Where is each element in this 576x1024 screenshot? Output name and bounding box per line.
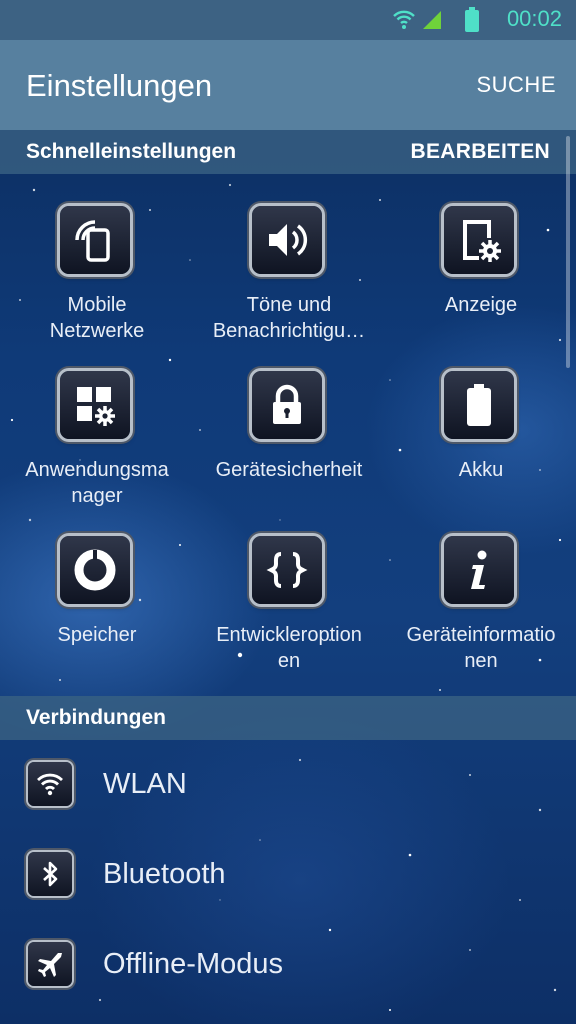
quick-tile-mobile-networks[interactable]: Mobile Netzwerke (2, 174, 192, 342)
display-icon (444, 206, 514, 274)
bluetooth-icon (28, 852, 72, 896)
list-item-wlan[interactable]: WLAN (0, 742, 576, 830)
action-bar: Einstellungen SUCHE (0, 40, 576, 130)
lock-icon (252, 371, 322, 439)
battery-icon (444, 371, 514, 439)
quick-tile-label: Speicher (57, 624, 137, 646)
developer-options-icon (252, 536, 322, 604)
quick-tile-display[interactable]: Anzeige (386, 174, 576, 339)
list-item-offline-mode[interactable]: Offline-Modus (0, 922, 576, 1010)
quick-tile-battery[interactable]: Akku (386, 339, 576, 504)
quick-tile-label: Mobile Netzwerke (49, 294, 145, 342)
quick-tile-label: Entwickleroption en (216, 624, 362, 672)
battery-icon (465, 7, 479, 32)
app-manager-icon (60, 371, 130, 439)
edit-button[interactable]: BEARBEITEN (410, 140, 550, 164)
list-item-label: WLAN (103, 768, 187, 800)
status-bar: 00:02 (0, 0, 576, 40)
quick-tile-label: Geräteinformatio nen (406, 624, 556, 672)
quick-tile-label: Akku (458, 459, 504, 481)
clock: 00:02 (506, 6, 562, 31)
quick-tile-developer-options[interactable]: Entwickleroption en (194, 504, 384, 672)
list-item-bluetooth[interactable]: Bluetooth (0, 832, 576, 920)
connections-header: Verbindungen (0, 696, 576, 740)
storage-icon (60, 536, 130, 604)
info-icon (444, 536, 514, 604)
page-title: Einstellungen (26, 68, 213, 103)
quick-tile-app-manager[interactable]: Anwendungsma nager (2, 339, 192, 507)
signal-icon (423, 11, 441, 29)
wifi-icon (393, 10, 415, 29)
airplane-icon (28, 942, 72, 986)
quick-tile-label: Töne und Benachrichtigu… (212, 294, 366, 342)
quick-tile-label: Anzeige (444, 294, 518, 316)
wifi-icon (28, 762, 72, 806)
list-item-label: Bluetooth (103, 858, 226, 890)
quick-settings-grid: Mobile Netzwerke Töne und Benachrichtigu… (0, 174, 576, 696)
search-button[interactable]: SUCHE (476, 72, 556, 98)
connections-title: Verbindungen (26, 706, 167, 729)
quick-settings-title: Schnelleinstellungen (26, 140, 237, 163)
quick-tile-storage[interactable]: Speicher (2, 504, 192, 669)
quick-tile-security[interactable]: Gerätesicherheit (194, 339, 384, 504)
volume-icon (252, 206, 322, 274)
mobile-networks-icon (60, 206, 130, 274)
quick-tile-label: Gerätesicherheit (215, 459, 363, 481)
quick-tile-label: Anwendungsma nager (25, 459, 169, 507)
quick-tile-sounds[interactable]: Töne und Benachrichtigu… (194, 174, 384, 342)
quick-settings-header: Schnelleinstellungen BEARBEITEN (0, 130, 576, 174)
quick-tile-device-info[interactable]: Geräteinformatio nen (386, 504, 576, 672)
list-item-label: Offline-Modus (103, 948, 283, 980)
